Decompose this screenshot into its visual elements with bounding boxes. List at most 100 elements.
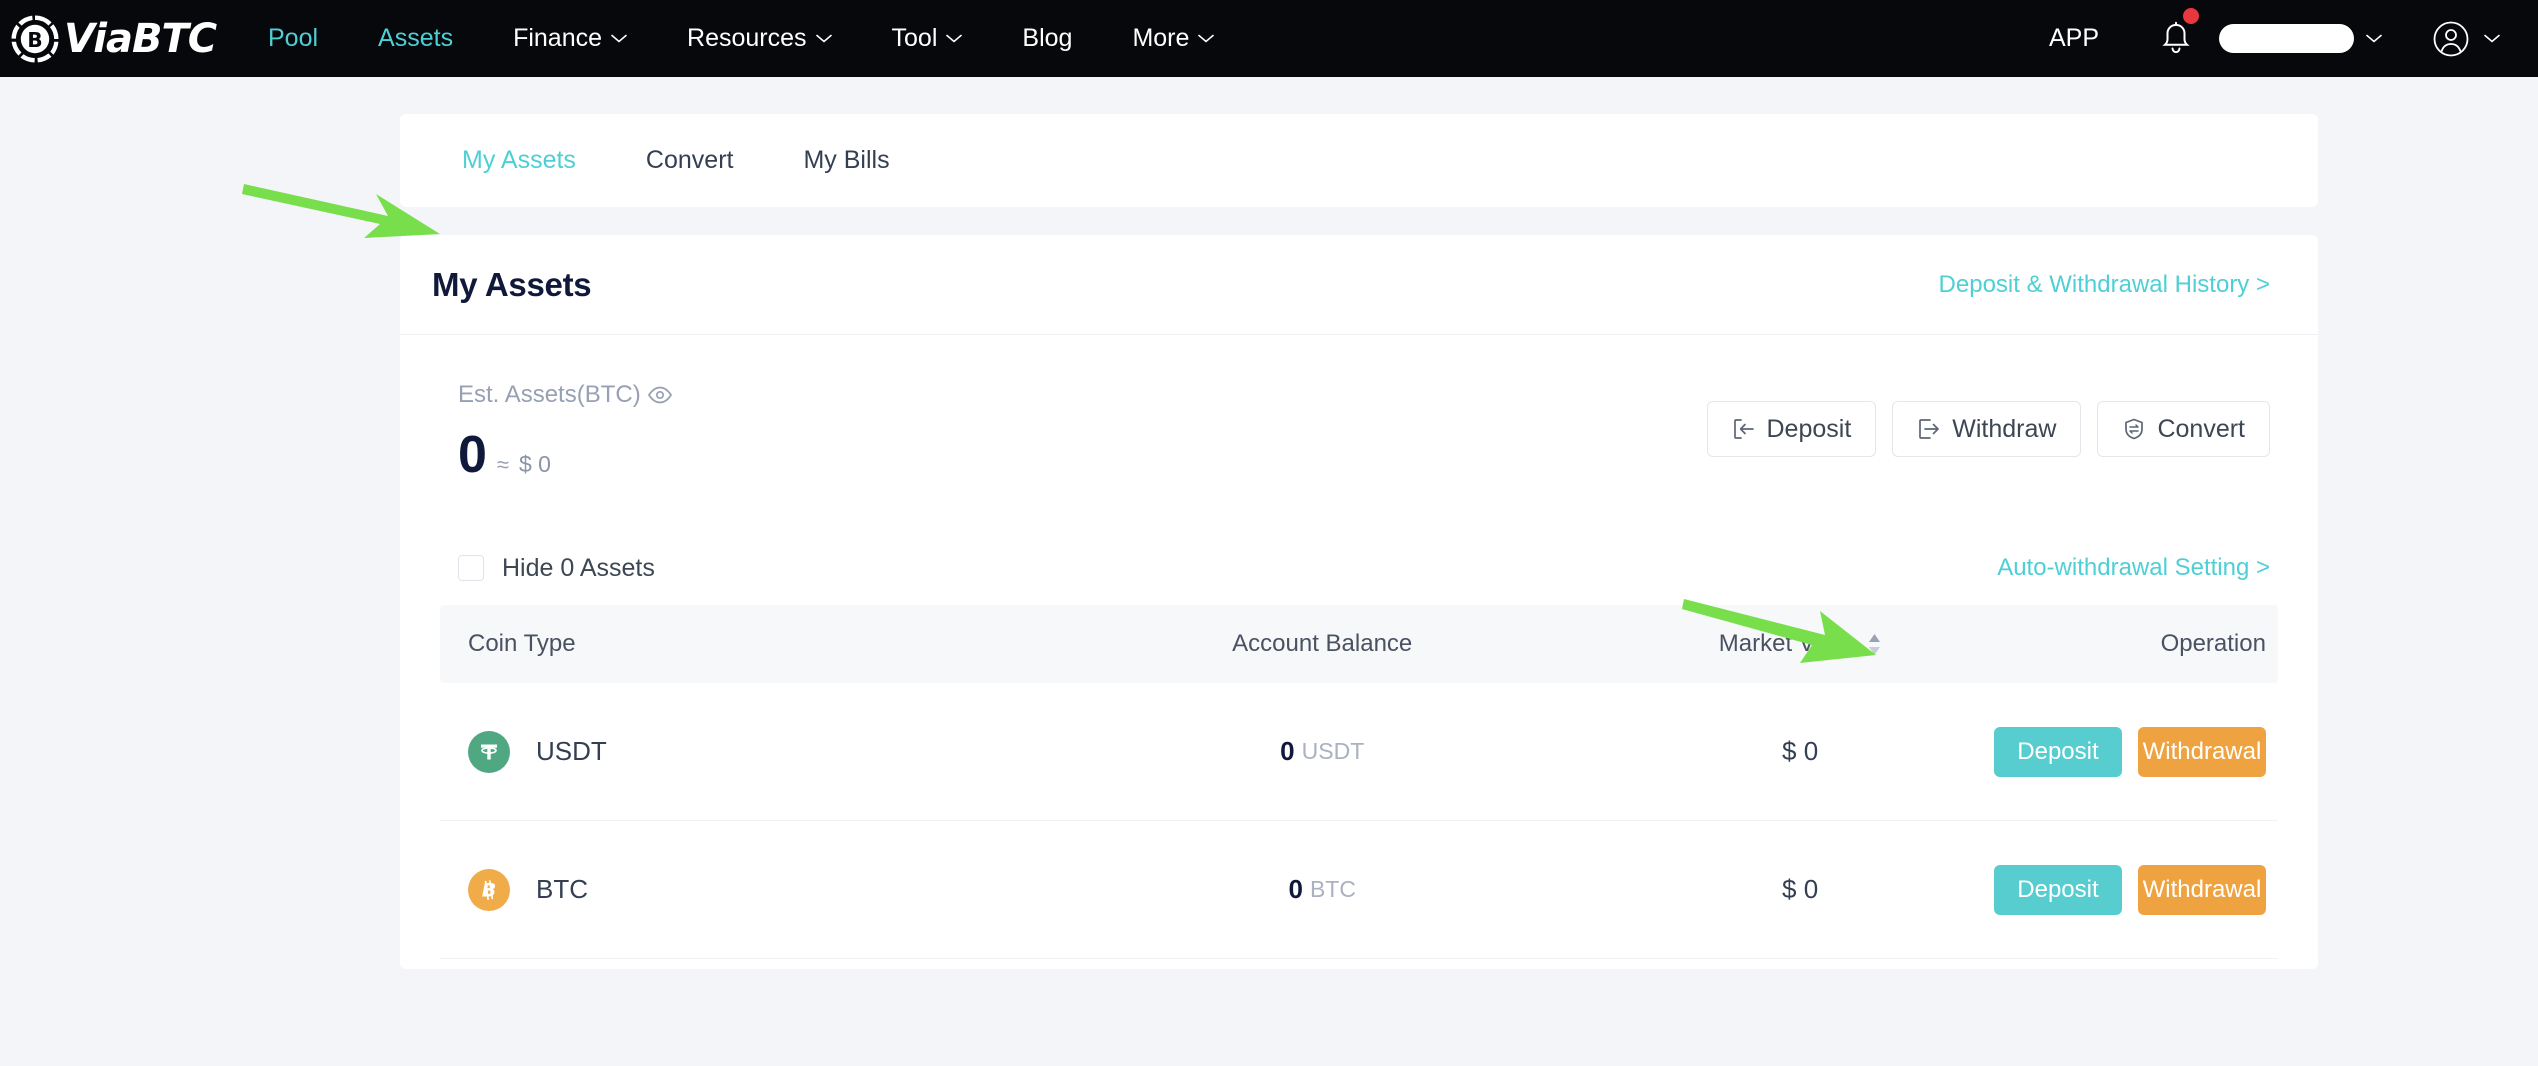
- cell-operation: Deposit Withdrawal: [1993, 864, 2278, 915]
- hide-assets-checkbox[interactable]: [458, 555, 484, 581]
- brand-logo[interactable]: B ViaBTC: [0, 12, 230, 66]
- tab-label: Convert: [645, 146, 734, 174]
- nav-right-group: APP: [2015, 7, 2506, 58]
- row-deposit-button[interactable]: Deposit: [1993, 726, 2122, 777]
- cell-account-balance: 0 BTC: [1047, 874, 1598, 905]
- est-assets-value: 0: [458, 426, 487, 484]
- nav-item-blog[interactable]: Blog: [992, 24, 1102, 53]
- nav-menu: Pool Assets Finance Resources Tool Blog …: [238, 24, 1244, 53]
- tab-label: My Bills: [803, 146, 890, 174]
- nav-item-more[interactable]: More: [1102, 24, 1244, 53]
- chevron-down-icon: [815, 34, 832, 43]
- top-navigation-bar: B ViaBTC Pool Assets Finance Resources T…: [0, 0, 2538, 77]
- shield-convert-icon: [2125, 418, 2144, 440]
- hide-assets-label: Hide 0 Assets: [502, 553, 655, 582]
- account-menu[interactable]: [2396, 20, 2506, 58]
- balance-amount: 0: [1288, 874, 1303, 904]
- notifications-button[interactable]: [2133, 7, 2219, 57]
- balance-summary: Est. Assets(BTC) 0 ≈ $ 0 Deposit Withdra…: [400, 335, 2318, 531]
- my-assets-card: My Assets Deposit & Withdrawal History >…: [400, 235, 2318, 969]
- cell-market-value: $ 0: [1598, 874, 2002, 905]
- notification-badge-dot: [2183, 7, 2199, 24]
- asset-actions: Deposit Withdraw Convert: [1706, 401, 2270, 457]
- nav-item-label: Resources: [687, 24, 807, 52]
- coin-name: USDT: [536, 736, 607, 766]
- auto-withdrawal-setting-link[interactable]: Auto-withdrawal Setting >: [1997, 554, 2270, 582]
- deposit-button-label: Deposit: [1766, 414, 1852, 443]
- convert-button[interactable]: Convert: [2097, 401, 2270, 457]
- est-assets-label-row: Est. Assets(BTC): [458, 381, 673, 409]
- nav-item-label: Pool: [268, 24, 319, 52]
- balance-unit: USDT: [1301, 738, 1365, 764]
- cell-coin-type: B BTC: [440, 868, 1047, 911]
- tab-my-bills[interactable]: My Bills: [768, 146, 924, 175]
- assets-filter-row: Hide 0 Assets Auto-withdrawal Setting >: [400, 531, 2318, 605]
- nav-item-pool[interactable]: Pool: [238, 24, 348, 53]
- svg-text:B: B: [27, 28, 42, 52]
- nav-item-finance[interactable]: Finance: [483, 24, 657, 53]
- column-header-market-value-label: Market Value: [1718, 630, 1859, 657]
- table-header-row: Coin Type Account Balance Market Value O…: [440, 605, 2278, 683]
- btc-bitcoin-icon: B: [468, 868, 510, 911]
- est-assets-usd-value: $ 0: [519, 451, 551, 477]
- usdt-tether-icon: [468, 730, 510, 773]
- coin-name: BTC: [536, 874, 588, 904]
- chevron-down-icon: [2484, 34, 2500, 43]
- nav-item-resources[interactable]: Resources: [657, 24, 862, 53]
- balance-block: Est. Assets(BTC) 0 ≈ $ 0: [458, 381, 673, 481]
- sort-updown-icon[interactable]: [1868, 633, 1881, 655]
- cell-operation: Deposit Withdrawal: [1993, 726, 2278, 777]
- nav-item-tool[interactable]: Tool: [862, 24, 993, 53]
- deposit-button[interactable]: Deposit: [1706, 401, 1877, 457]
- nav-item-label: Blog: [1022, 24, 1073, 52]
- nav-item-label: Finance: [513, 24, 603, 52]
- arrow-out-of-box-icon: [1919, 419, 1940, 439]
- row-deposit-button[interactable]: Deposit: [1993, 864, 2122, 915]
- assets-tab-bar: My Assets Convert My Bills: [400, 114, 2318, 207]
- withdraw-button[interactable]: Withdraw: [1892, 401, 2082, 457]
- column-header-market-value[interactable]: Market Value: [1598, 630, 2002, 658]
- user-avatar-icon: [2433, 21, 2469, 56]
- approx-symbol: ≈: [496, 452, 509, 477]
- row-withdrawal-button[interactable]: Withdrawal: [2137, 726, 2266, 777]
- card-header: My Assets Deposit & Withdrawal History >: [400, 235, 2318, 335]
- brand-name: ViaBTC: [64, 15, 217, 62]
- nav-item-label: Tool: [891, 24, 938, 52]
- table-row: B BTC 0 BTC $ 0 Deposit Withdrawal: [440, 821, 2278, 959]
- table-row: USDT 0 USDT $ 0 Deposit Withdrawal: [440, 683, 2278, 821]
- balance-unit: BTC: [1309, 876, 1356, 902]
- est-assets-label: Est. Assets(BTC): [458, 381, 641, 408]
- tab-label: My Assets: [462, 146, 576, 174]
- bitcoin-logo-icon: B: [8, 12, 62, 66]
- chevron-down-icon: [611, 34, 627, 43]
- app-link[interactable]: APP: [2015, 24, 2133, 53]
- chevron-down-icon: [1198, 34, 1215, 43]
- language-selector-value: [2219, 24, 2354, 53]
- column-header-operation: Operation: [2160, 630, 2266, 657]
- row-withdrawal-button[interactable]: Withdrawal: [2137, 864, 2266, 915]
- nav-item-label: More: [1132, 24, 1190, 52]
- hide-assets-toggle[interactable]: Hide 0 Assets: [458, 554, 655, 583]
- chevron-down-icon: [946, 34, 963, 43]
- page-body: My Assets Convert My Bills My Assets Dep…: [0, 77, 2538, 969]
- cell-market-value: $ 0: [1598, 736, 2002, 767]
- column-header-account-balance: Account Balance: [1232, 630, 1413, 657]
- market-value: $ 0: [1782, 736, 1819, 766]
- tab-my-assets[interactable]: My Assets: [462, 146, 611, 175]
- eye-visibility-icon[interactable]: [647, 382, 673, 408]
- est-assets-value-row: 0 ≈ $ 0: [458, 429, 673, 481]
- cell-coin-type: USDT: [440, 730, 1047, 773]
- chevron-down-icon: [2366, 34, 2382, 43]
- withdraw-button-label: Withdraw: [1952, 414, 2057, 443]
- nav-item-assets[interactable]: Assets: [348, 24, 483, 53]
- svg-text:B: B: [482, 879, 496, 901]
- column-header-coin-type: Coin Type: [468, 630, 576, 657]
- page-title: My Assets: [432, 265, 592, 303]
- language-selector[interactable]: [2219, 24, 2396, 53]
- deposit-withdrawal-history-link[interactable]: Deposit & Withdrawal History >: [1939, 271, 2270, 299]
- tab-convert[interactable]: Convert: [611, 146, 769, 175]
- arrow-into-box-icon: [1733, 419, 1754, 439]
- notification-bell-icon: [2162, 21, 2190, 53]
- nav-item-label: Assets: [378, 24, 454, 52]
- market-value: $ 0: [1782, 874, 1819, 904]
